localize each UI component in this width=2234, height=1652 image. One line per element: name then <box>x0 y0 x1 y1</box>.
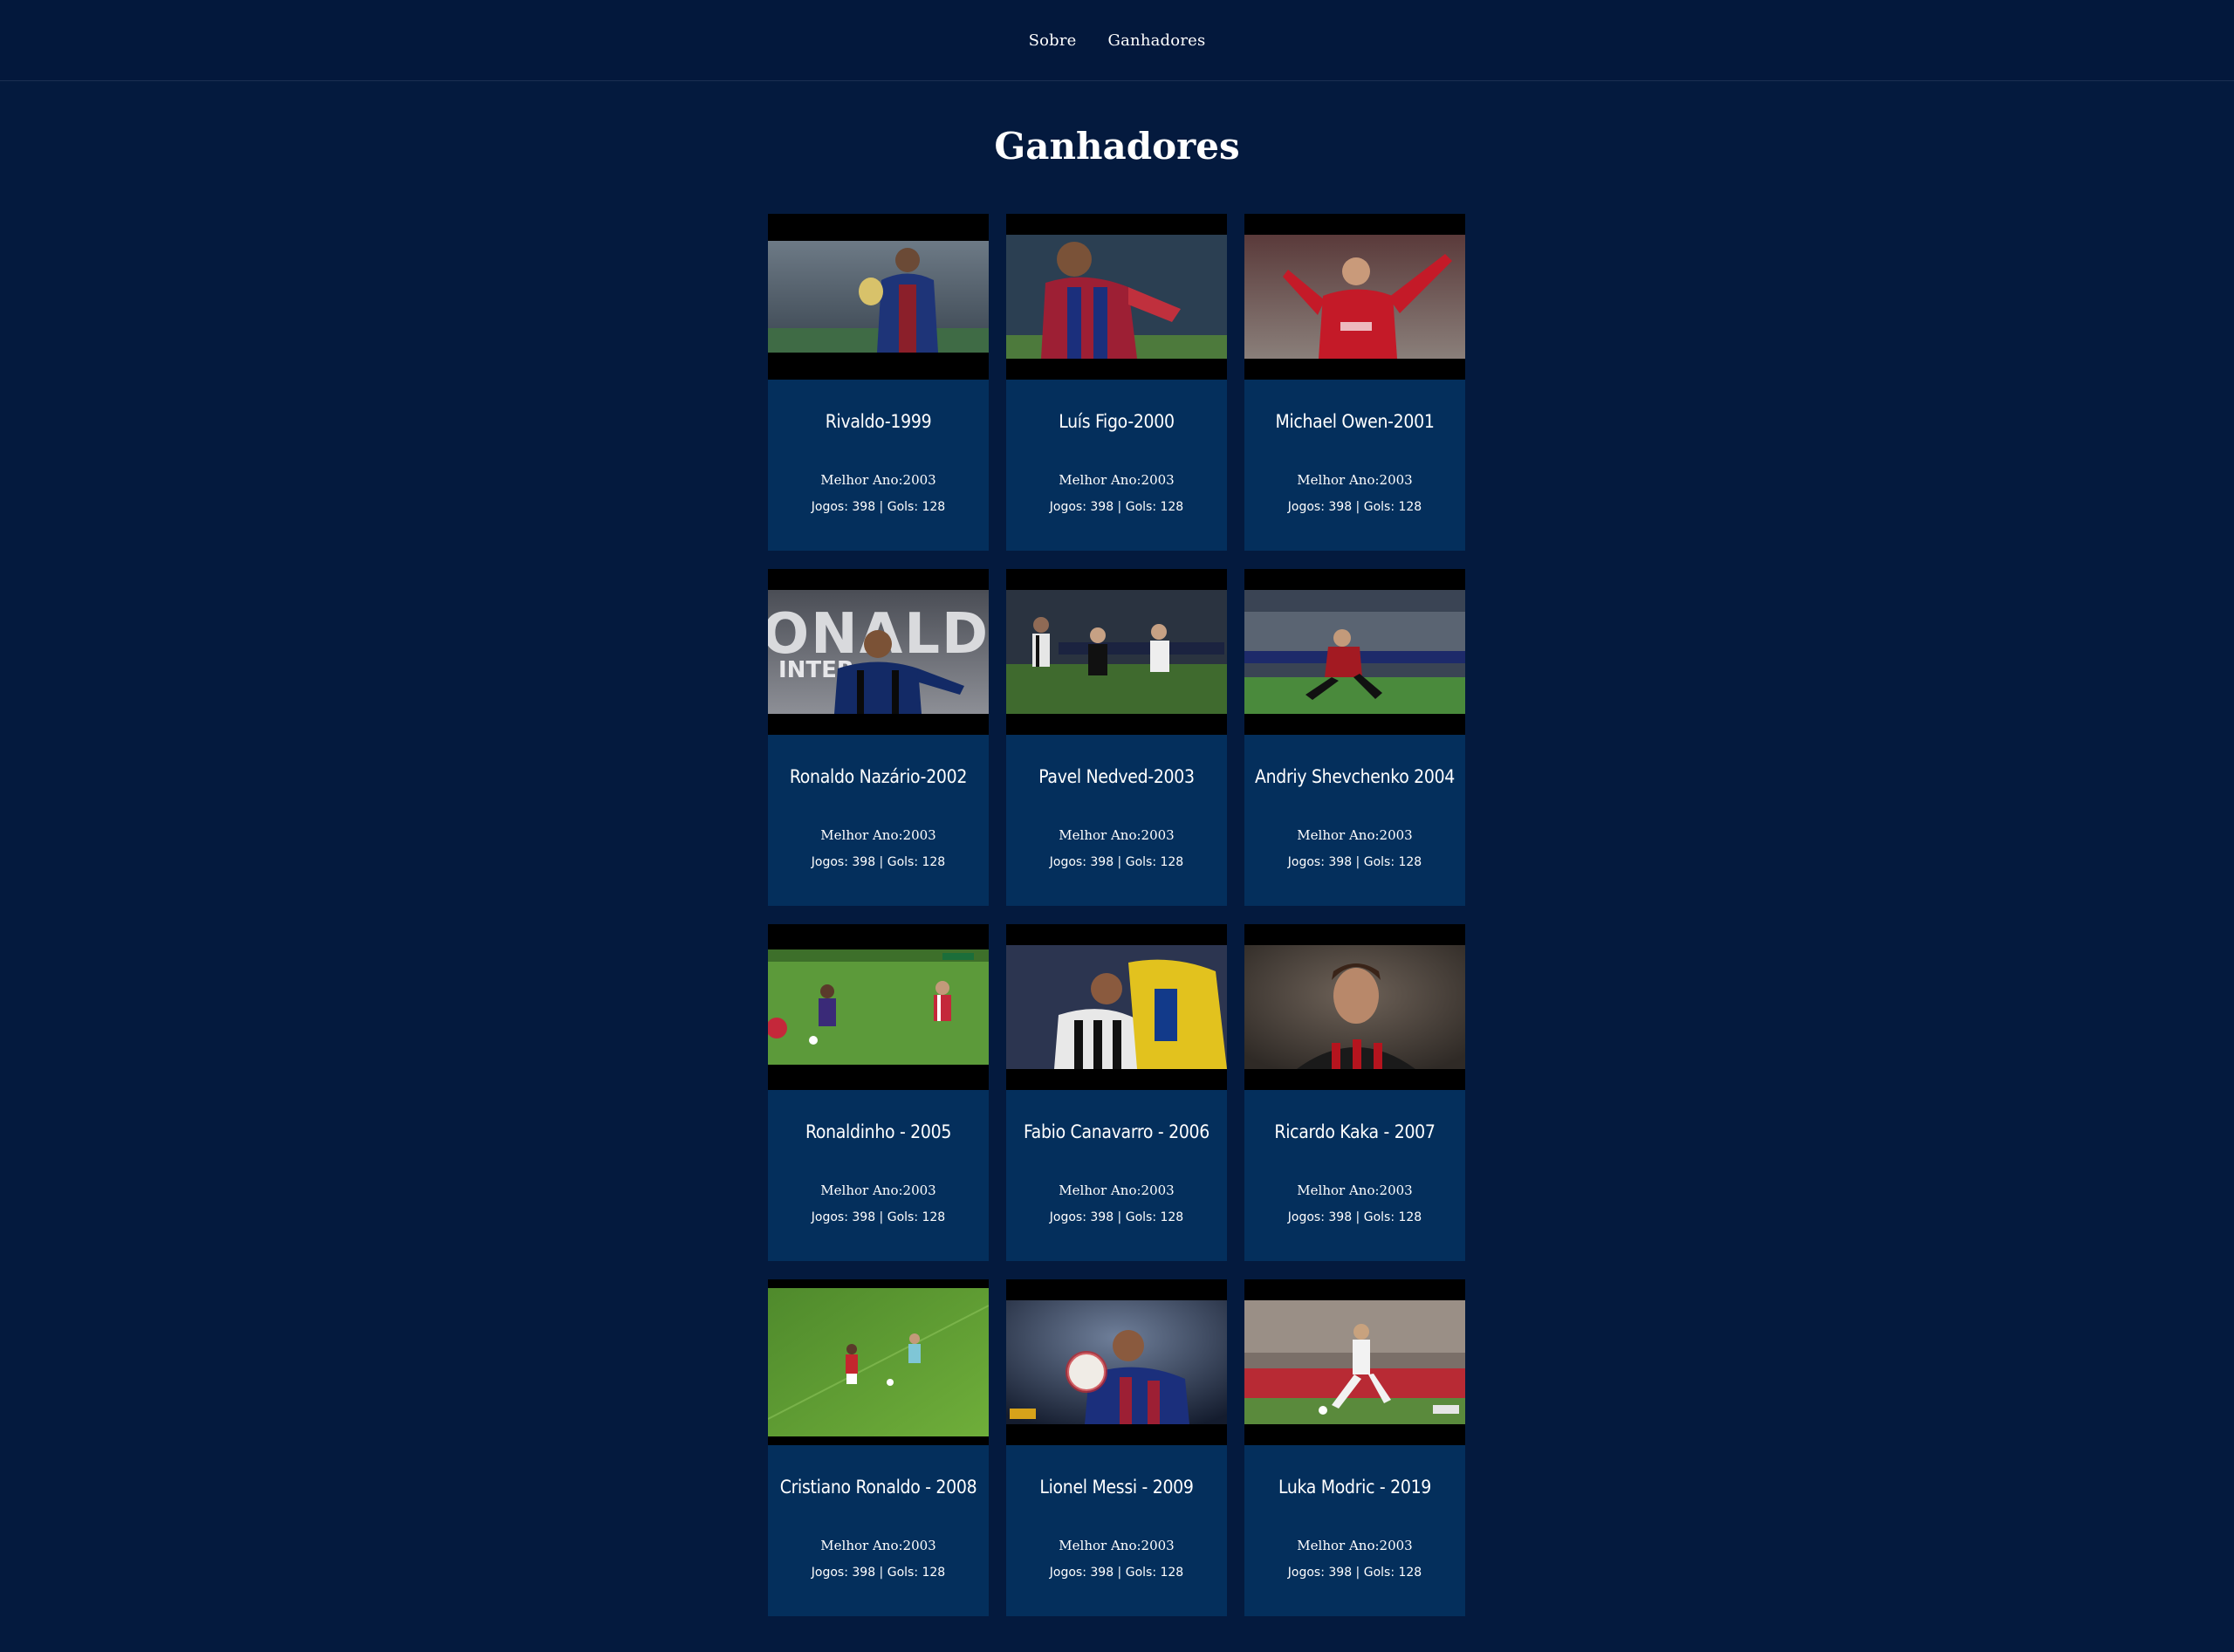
winner-name: Rivaldo-1999 <box>825 411 932 432</box>
winner-card[interactable]: Luís Figo-2000 Melhor Ano:2003 Jogos: 39… <box>1006 214 1227 551</box>
winner-name: Pavel Nedved-2003 <box>1038 766 1195 787</box>
winner-card[interactable]: Rivaldo-1999 Melhor Ano:2003 Jogos: 398 … <box>768 214 989 551</box>
winner-photo <box>1244 1279 1465 1445</box>
winner-stats: Jogos: 398 | Gols: 128 <box>1049 1210 1184 1224</box>
winner-stats: Jogos: 398 | Gols: 128 <box>1049 1566 1184 1580</box>
winner-best-year: Melhor Ano:2003 <box>820 472 936 488</box>
winner-best-year: Melhor Ano:2003 <box>820 827 936 843</box>
winner-name: Ronaldinho - 2005 <box>805 1121 952 1142</box>
winners-grid: Rivaldo-1999 Melhor Ano:2003 Jogos: 398 … <box>768 214 1466 1616</box>
winner-photo <box>1006 569 1227 735</box>
winner-photo <box>1006 1279 1227 1445</box>
winner-best-year: Melhor Ano:2003 <box>1297 472 1413 488</box>
winner-photo <box>1244 214 1465 380</box>
winner-photo <box>1244 924 1465 1090</box>
winner-name: Ronaldo Nazário-2002 <box>789 766 968 787</box>
winner-photo <box>768 214 989 380</box>
top-navigation: Sobre Ganhadores <box>0 0 2234 81</box>
winner-best-year: Melhor Ano:2003 <box>1059 827 1175 843</box>
winner-stats: Jogos: 398 | Gols: 128 <box>811 1566 946 1580</box>
winner-name: Lionel Messi - 2009 <box>1039 1477 1194 1498</box>
page-title: Ganhadores <box>994 125 1240 168</box>
winner-photo <box>1006 924 1227 1090</box>
winner-name: Fabio Canavarro - 2006 <box>1024 1121 1210 1142</box>
winner-stats: Jogos: 398 | Gols: 128 <box>1287 500 1422 514</box>
winner-card[interactable]: Pavel Nedved-2003 Melhor Ano:2003 Jogos:… <box>1006 569 1227 906</box>
winner-best-year: Melhor Ano:2003 <box>1059 1538 1175 1553</box>
winner-card[interactable]: RONALDO INTER Ronaldo Nazário-2002 Melho… <box>768 569 989 906</box>
winner-stats: Jogos: 398 | Gols: 128 <box>811 500 946 514</box>
winner-name: Luís Figo-2000 <box>1059 411 1175 432</box>
winner-stats: Jogos: 398 | Gols: 128 <box>1287 855 1422 869</box>
winner-best-year: Melhor Ano:2003 <box>820 1538 936 1553</box>
winner-best-year: Melhor Ano:2003 <box>1297 1538 1413 1553</box>
winner-stats: Jogos: 398 | Gols: 128 <box>811 855 946 869</box>
winner-name: Luka Modric - 2019 <box>1278 1477 1432 1498</box>
winner-stats: Jogos: 398 | Gols: 128 <box>1049 855 1184 869</box>
winner-name: Cristiano Ronaldo - 2008 <box>779 1477 977 1498</box>
nav-link-ganhadores[interactable]: Ganhadores <box>1108 31 1206 50</box>
winner-best-year: Melhor Ano:2003 <box>1059 1182 1175 1198</box>
winner-card[interactable]: Michael Owen-2001 Melhor Ano:2003 Jogos:… <box>1244 214 1465 551</box>
winner-card[interactable]: Fabio Canavarro - 2006 Melhor Ano:2003 J… <box>1006 924 1227 1261</box>
winner-photo: RONALDO INTER <box>768 569 989 735</box>
nav-link-sobre[interactable]: Sobre <box>1029 31 1077 50</box>
winner-photo <box>768 924 989 1090</box>
winner-photo <box>1006 214 1227 380</box>
winner-photo <box>768 1279 989 1445</box>
winner-name: Ricardo Kaka - 2007 <box>1274 1121 1436 1142</box>
winner-best-year: Melhor Ano:2003 <box>1297 827 1413 843</box>
winner-name: Michael Owen-2001 <box>1275 411 1435 432</box>
winner-name: Andriy Shevchenko 2004 <box>1254 766 1456 787</box>
winner-card[interactable]: Ricardo Kaka - 2007 Melhor Ano:2003 Jogo… <box>1244 924 1465 1261</box>
winner-photo <box>1244 569 1465 735</box>
winner-stats: Jogos: 398 | Gols: 128 <box>1287 1210 1422 1224</box>
winner-card[interactable]: Ronaldinho - 2005 Melhor Ano:2003 Jogos:… <box>768 924 989 1261</box>
winner-card[interactable]: Andriy Shevchenko 2004 Melhor Ano:2003 J… <box>1244 569 1465 906</box>
winner-stats: Jogos: 398 | Gols: 128 <box>811 1210 946 1224</box>
winner-best-year: Melhor Ano:2003 <box>1059 472 1175 488</box>
winner-best-year: Melhor Ano:2003 <box>1297 1182 1413 1198</box>
winner-card[interactable]: Lionel Messi - 2009 Melhor Ano:2003 Jogo… <box>1006 1279 1227 1616</box>
winner-stats: Jogos: 398 | Gols: 128 <box>1287 1566 1422 1580</box>
winner-card[interactable]: Luka Modric - 2019 Melhor Ano:2003 Jogos… <box>1244 1279 1465 1616</box>
winner-card[interactable]: Cristiano Ronaldo - 2008 Melhor Ano:2003… <box>768 1279 989 1616</box>
winner-best-year: Melhor Ano:2003 <box>820 1182 936 1198</box>
winner-stats: Jogos: 398 | Gols: 128 <box>1049 500 1184 514</box>
